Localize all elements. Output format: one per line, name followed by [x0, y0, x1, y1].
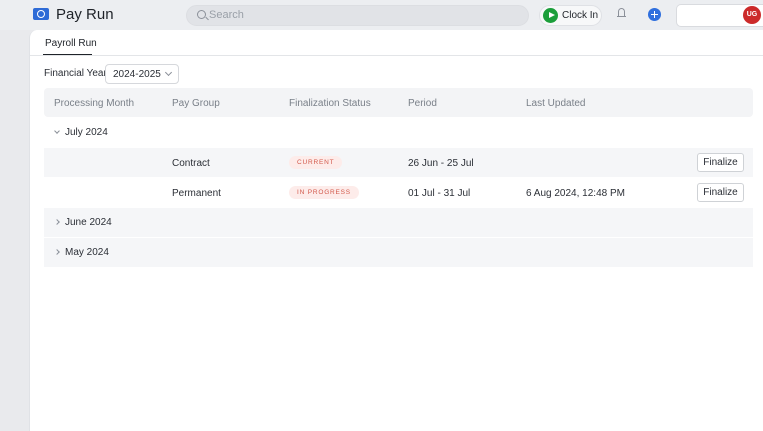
clock-in-label: Clock In [562, 10, 599, 21]
tab-divider [30, 55, 763, 56]
column-period: Period [408, 98, 437, 109]
finalize-button[interactable]: Finalize [697, 183, 744, 202]
group-month: July 2024 [65, 127, 108, 138]
tab-payroll-run[interactable]: Payroll Run [45, 38, 97, 49]
financial-year-select[interactable]: 2024-2025 [105, 64, 179, 84]
app-title: Pay Run [56, 6, 114, 23]
table-header: Processing Month Pay Group Finalization … [44, 88, 753, 117]
chevron-down-icon [54, 128, 60, 134]
column-last-updated: Last Updated [526, 98, 586, 109]
group-row-july-2024[interactable]: July 2024 [44, 118, 753, 147]
group-month: June 2024 [65, 217, 112, 228]
search-input[interactable]: Search [186, 5, 529, 26]
last-updated-cell: 6 Aug 2024, 12:48 PM [526, 188, 625, 199]
column-finalization-status: Finalization Status [289, 98, 371, 109]
status-badge: IN PROGRESS [289, 186, 359, 199]
group-row-may-2024[interactable]: May 2024 [44, 238, 753, 267]
column-pay-group: Pay Group [172, 98, 220, 109]
money-icon [33, 8, 49, 20]
app-window: Pay Run Search Clock In UG Payroll Run F… [0, 0, 763, 431]
search-placeholder: Search [209, 9, 244, 21]
clock-in-button[interactable]: Clock In [539, 5, 602, 26]
bell-icon[interactable] [617, 8, 626, 19]
play-icon [543, 8, 558, 23]
period-cell: 01 Jul - 31 Jul [408, 188, 471, 199]
financial-year-value: 2024-2025 [113, 69, 161, 80]
pay-group-cell: Contract [172, 158, 210, 169]
group-row-june-2024[interactable]: June 2024 [44, 208, 753, 237]
finalize-button[interactable]: Finalize [697, 153, 744, 172]
status-badge: CURRENT [289, 156, 343, 169]
financial-year-label: Financial Year [44, 68, 107, 79]
column-processing-month: Processing Month [54, 98, 135, 109]
avatar[interactable]: UG [743, 6, 761, 24]
table-row: Permanent IN PROGRESS 01 Jul - 31 Jul 6 … [44, 178, 753, 207]
chevron-down-icon [164, 68, 173, 77]
search-icon [197, 10, 206, 19]
group-month: May 2024 [65, 247, 109, 258]
period-cell: 26 Jun - 25 Jul [408, 158, 474, 169]
chevron-right-icon [54, 219, 60, 225]
chevron-right-icon [54, 249, 60, 255]
table-row: Contract CURRENT 26 Jun - 25 Jul Finaliz… [44, 148, 753, 177]
pay-group-cell: Permanent [172, 188, 221, 199]
main-panel: Payroll Run Financial Year 2024-2025 Pro… [29, 30, 763, 431]
top-bar: Pay Run Search Clock In UG [0, 0, 763, 30]
plus-icon[interactable] [648, 8, 661, 21]
